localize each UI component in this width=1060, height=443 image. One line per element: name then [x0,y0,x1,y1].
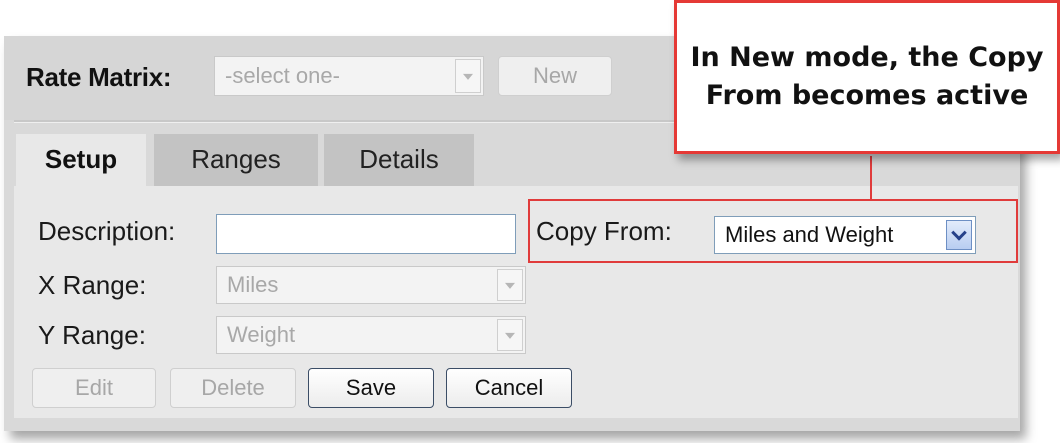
copy-from-highlight [528,199,1018,263]
tab-ranges[interactable]: Ranges [154,134,318,186]
x-range-value: Miles [227,272,279,297]
description-label: Description: [38,216,176,246]
chevron-down-icon [505,332,515,339]
chevron-down-icon [463,73,473,80]
callout-connector [870,156,872,200]
rate-matrix-select-value: -select one- [225,63,340,88]
description-input[interactable] [216,214,516,254]
tab-details[interactable]: Details [324,134,474,186]
rate-matrix-label: Rate Matrix: [26,62,172,92]
x-range-dropdown-button[interactable] [497,269,523,301]
annotation-callout: In New mode, the Copy From becomes activ… [674,0,1060,154]
y-range-select[interactable]: Weight [216,316,526,354]
callout-text: In New mode, the Copy From becomes activ… [690,42,1044,111]
tab-setup[interactable]: Setup [16,134,146,186]
delete-button[interactable]: Delete [170,368,296,408]
chevron-down-icon [505,282,515,289]
edit-button[interactable]: Edit [32,368,156,408]
y-range-dropdown-button[interactable] [497,319,523,351]
cancel-button[interactable]: Cancel [446,368,572,408]
new-button[interactable]: New [498,56,612,96]
save-button[interactable]: Save [308,368,434,408]
y-range-label: Y Range: [38,320,146,350]
x-range-select[interactable]: Miles [216,266,526,304]
x-range-label: X Range: [38,270,147,300]
rate-matrix-dropdown-button[interactable] [455,59,481,93]
y-range-value: Weight [227,322,296,347]
rate-matrix-select[interactable]: -select one- [214,56,484,96]
